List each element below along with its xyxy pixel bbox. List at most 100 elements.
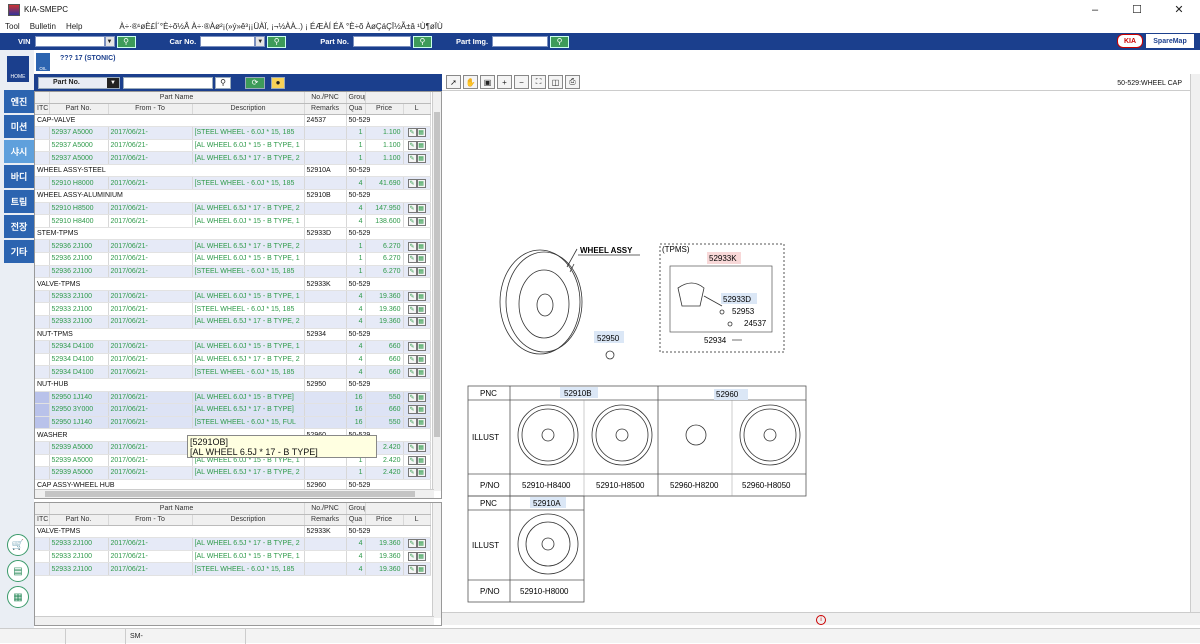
cart-add-icon[interactable]: ▦ (416, 418, 426, 428)
edit-icon[interactable]: ✎ (407, 355, 417, 365)
grid2-pnc-52910A[interactable]: 52910A (533, 499, 561, 508)
cart-add-icon[interactable]: ▦ (416, 392, 426, 402)
part-no-cell[interactable]: 52937 A5000 (49, 139, 109, 153)
column-header[interactable]: ITC (35, 103, 50, 115)
detail-vertical-scrollbar[interactable] (432, 503, 441, 618)
part-no-cell[interactable]: 52933 2J100 (49, 315, 109, 329)
group-row[interactable]: CAP-VALVE 24537 50-529 (35, 114, 431, 128)
column-header[interactable]: Qua (346, 103, 366, 115)
cart-add-icon[interactable]: ▦ (416, 455, 426, 465)
detail-horizontal-scrollbar[interactable] (35, 616, 434, 625)
diagram-horizontal-scrollbar[interactable]: i (442, 612, 1200, 625)
table-row[interactable]: 52933 2J100 2017/06/21- [AL WHEEL 6.0J * 1… (35, 290, 431, 304)
oil-icon[interactable]: OIL (36, 53, 50, 71)
edit-icon[interactable]: ✎ (407, 367, 417, 377)
part-no-cell[interactable]: 52933 2J100 (49, 562, 109, 576)
cart-add-icon[interactable]: ▦ (416, 342, 426, 352)
parts-horizontal-scrollbar[interactable] (35, 489, 434, 498)
print-icon[interactable]: ⎙ (565, 75, 580, 89)
cart-add-icon[interactable]: ▦ (416, 203, 426, 213)
edit-icon[interactable]: ✎ (407, 418, 417, 428)
table-row[interactable]: 52937 A5000 2017/06/21- [STEEL WHEEL - 6.0… (35, 126, 431, 140)
part-no-cell[interactable]: 52910 H8000 (49, 176, 109, 191)
part-no-cell[interactable]: 52933 2J100 (49, 537, 109, 551)
part-no-cell[interactable]: 52934 D4100 (49, 353, 109, 367)
part-no-cell[interactable]: 52937 A5000 (49, 151, 109, 165)
edit-icon[interactable]: ✎ (407, 128, 417, 138)
edit-icon[interactable]: ✎ (407, 564, 417, 574)
edit-icon[interactable]: ✎ (407, 153, 417, 163)
search-type-select[interactable]: Part No. ▼ (38, 76, 120, 89)
callout-52933D[interactable]: 52933D (723, 295, 751, 304)
callout-52934[interactable]: 52934 (704, 336, 727, 345)
table-row[interactable]: 52934 D4100 2017/06/21- [STEEL WHEEL - 6.0… (35, 365, 431, 379)
cart-add-icon[interactable]: ▦ (416, 140, 426, 150)
cart-add-icon[interactable]: ▦ (416, 355, 426, 365)
table-row[interactable]: 52934 D4100 2017/06/21- [AL WHEEL 6.5J * 1… (35, 353, 431, 367)
zoom-out-icon[interactable]: − (514, 75, 529, 89)
minimize-icon[interactable]: – (1074, 0, 1116, 19)
vin-dropdown[interactable]: ▼ (104, 36, 115, 47)
edit-icon[interactable]: ✎ (407, 539, 417, 549)
nav-item-6[interactable]: 기타 (4, 240, 34, 263)
cart-add-icon[interactable]: ▦ (416, 216, 426, 226)
edit-icon[interactable]: ✎ (407, 266, 417, 276)
table-row[interactable]: 52933 2J100 2017/06/21- [AL WHEEL 6.5J * 1… (35, 315, 431, 329)
grid1-pnc-52960[interactable]: 52960 (716, 390, 739, 399)
hand-icon[interactable]: ✋ (463, 75, 478, 89)
part-no-cell[interactable]: 52939 A5000 (49, 466, 109, 480)
refresh-icon[interactable]: ⟳ (245, 76, 265, 89)
home-button[interactable]: HOME (7, 56, 29, 82)
pointer-icon[interactable]: ➚ (446, 75, 461, 89)
column-header[interactable]: Description (192, 514, 305, 526)
column-header[interactable]: From - To (108, 514, 193, 526)
cart-add-icon[interactable]: ▦ (416, 564, 426, 574)
edit-icon[interactable]: ✎ (407, 241, 417, 251)
car-no-input[interactable] (200, 36, 256, 47)
part-no-cell[interactable]: 52937 A5000 (49, 126, 109, 140)
table-row[interactable]: 52910 H8500 2017/06/21- [AL WHEEL 6.5J * 1… (35, 202, 431, 216)
table-row[interactable]: 52936 2J100 2017/06/21- [STEEL WHEEL - 6.0… (35, 265, 431, 279)
cart-add-icon[interactable]: ▦ (416, 551, 426, 561)
part-no-cell[interactable]: 52950 1J140 (49, 416, 109, 430)
cart-add-icon[interactable]: ▦ (416, 128, 426, 138)
car-no-search-button[interactable]: ⚲ (267, 35, 287, 48)
column-header[interactable]: L (403, 103, 431, 115)
grid1-pno-3[interactable]: 52960-H8200 (670, 481, 719, 490)
cart-add-icon[interactable]: ▦ (416, 367, 426, 377)
edit-icon[interactable]: ✎ (407, 468, 417, 478)
table-row[interactable]: 52937 A5000 2017/06/21- [AL WHEEL 6.5J * 1… (35, 151, 431, 165)
table-row[interactable]: 52933 2J100 2017/06/21- [STEEL WHEEL - 6.0… (35, 302, 431, 316)
column-header[interactable]: Price (365, 103, 404, 115)
part-no-cell[interactable]: 52933 2J100 (49, 302, 109, 316)
table-row[interactable]: 52936 2J100 2017/06/21- [AL WHEEL 6.5J * 1… (35, 239, 431, 254)
grid1-pno-2[interactable]: 52910-H8500 (596, 481, 645, 490)
nav-item-0[interactable]: 엔진 (4, 90, 34, 113)
nav-item-1[interactable]: 미션 (4, 115, 34, 138)
part-search-input[interactable] (123, 76, 213, 89)
edit-icon[interactable]: ✎ (407, 551, 417, 561)
zoom-area-icon[interactable]: ▣ (480, 75, 495, 89)
parts-horizontal-thumb[interactable] (45, 491, 415, 497)
group-row[interactable]: WHEEL ASSY-STEEL 52910A 50-529 (35, 164, 431, 178)
info-circle-icon[interactable]: i (816, 615, 826, 625)
callout-24537[interactable]: 24537 (744, 319, 767, 328)
nav-item-2[interactable]: 샤시 (4, 140, 34, 163)
menu-tool[interactable]: Tool (0, 22, 25, 31)
part-no-cell[interactable]: 52910 H8500 (49, 202, 109, 216)
part-no-cell[interactable]: 52933 2J100 (49, 290, 109, 304)
part-no-input[interactable] (352, 36, 411, 47)
part-no-cell[interactable]: 52950 3Y000 (49, 403, 109, 417)
table-row[interactable]: 52910 H8000 2017/06/21- [STEEL WHEEL - 6.0… (35, 176, 431, 191)
column-header[interactable]: L (403, 514, 431, 526)
cart-add-icon[interactable]: ▦ (416, 153, 426, 163)
edit-icon[interactable]: ✎ (407, 203, 417, 213)
maximize-icon[interactable]: ☐ (1116, 0, 1158, 19)
column-header[interactable]: Qua (346, 514, 366, 526)
nav-item-3[interactable]: 바디 (4, 165, 34, 188)
grid2-pno-1[interactable]: 52910-H8000 (520, 587, 569, 596)
part-no-cell[interactable]: 52936 2J100 (49, 252, 109, 266)
part-no-cell[interactable]: 52936 2J100 (49, 265, 109, 279)
lock-icon[interactable]: ● (271, 76, 285, 89)
cart-add-icon[interactable]: ▦ (416, 405, 426, 415)
